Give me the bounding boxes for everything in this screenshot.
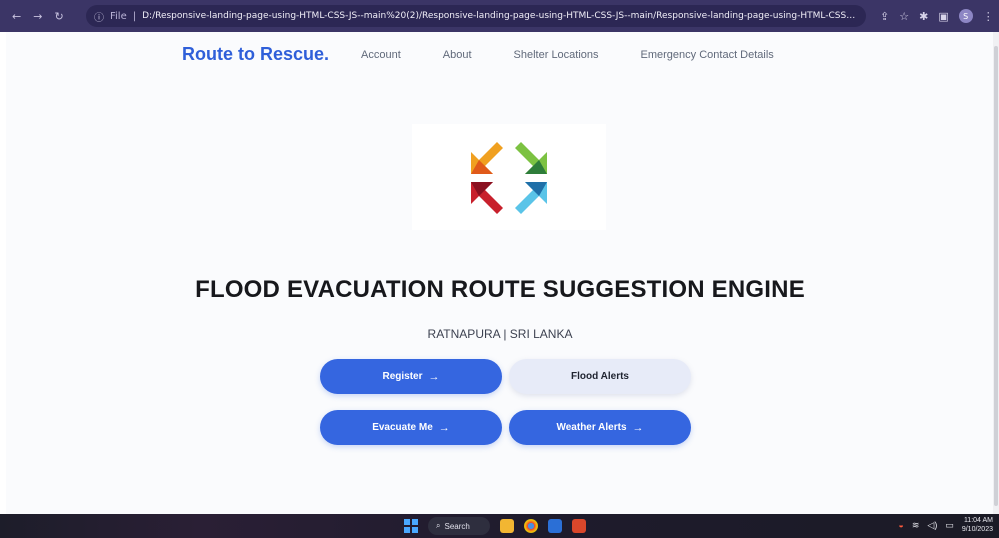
browser-actions: ⇪ ☆ ✱ ▣ S ⋮	[866, 9, 994, 23]
back-icon[interactable]: ←	[12, 10, 21, 23]
nav-shelter-locations[interactable]: Shelter Locations	[514, 49, 599, 61]
taskbar-center: ⌕ Search	[404, 517, 586, 535]
share-icon[interactable]: ⇪	[880, 10, 889, 23]
register-button[interactable]: Register →	[320, 359, 502, 394]
brand-logo-text[interactable]: Route to Rescue.	[182, 44, 329, 65]
weather-alerts-button-label: Weather Alerts	[556, 422, 627, 433]
blue-arrow-icon	[515, 182, 547, 214]
taskbar-clock[interactable]: 11:04 AM 9/10/2023	[962, 516, 993, 534]
location-subtitle: RATNAPURA | SRI LANKA	[427, 327, 573, 341]
menu-dots-icon[interactable]: ⋮	[983, 10, 994, 23]
clock-time: 11:04 AM	[963, 517, 993, 524]
flood-alerts-button-label: Flood Alerts	[571, 371, 629, 382]
page-viewport: Route to Rescue. Account About Shelter L…	[6, 32, 994, 514]
site-header: Route to Rescue. Account About Shelter L…	[182, 44, 816, 65]
register-button-label: Register	[382, 371, 423, 382]
evacuate-me-button[interactable]: Evacuate Me →	[320, 410, 502, 445]
green-arrow-icon	[515, 142, 547, 174]
flood-alerts-button[interactable]: Flood Alerts	[509, 359, 691, 394]
file-explorer-icon[interactable]	[500, 519, 514, 533]
arrow-right-icon: →	[632, 421, 644, 434]
word-icon[interactable]	[548, 519, 562, 533]
os-taskbar: ⌕ Search ◒ ≋ ◁) ▭ 11:04 AM 9/10/2023	[0, 514, 999, 538]
reload-icon[interactable]: ↻	[54, 10, 63, 23]
browser-nav-buttons: ← → ↻	[0, 10, 86, 23]
powerpoint-icon[interactable]	[572, 519, 586, 533]
extensions-icon[interactable]: ✱	[919, 10, 928, 23]
battery-icon[interactable]: ▭	[945, 520, 954, 531]
info-icon[interactable]: ⓘ	[94, 9, 104, 24]
tray-app-icon[interactable]: ◒	[898, 520, 903, 530]
scrollbar-thumb[interactable]	[994, 46, 998, 506]
page-title: FLOOD EVACUATION ROUTE SUGGESTION ENGINE	[195, 276, 805, 303]
arrow-right-icon: →	[438, 421, 450, 434]
search-icon: ⌕	[436, 521, 441, 530]
weather-alerts-button[interactable]: Weather Alerts →	[509, 410, 691, 445]
arrow-right-icon: →	[428, 370, 440, 383]
taskbar-search[interactable]: ⌕ Search	[428, 517, 490, 535]
profile-avatar[interactable]: S	[958, 9, 973, 23]
clock-date: 9/10/2023	[961, 526, 993, 533]
page-scrollbar[interactable]	[993, 32, 999, 514]
windows-start-icon[interactable]	[404, 519, 418, 533]
chrome-icon[interactable]	[524, 519, 538, 533]
red-arrow-icon	[471, 182, 503, 214]
url-text[interactable]: D:/Responsive-landing-page-using-HTML-CS…	[142, 11, 858, 21]
nav-account[interactable]: Account	[361, 49, 401, 61]
sidebar-icon[interactable]: ▣	[938, 10, 948, 23]
nav-about[interactable]: About	[443, 49, 472, 61]
main-nav: Account About Shelter Locations Emergenc…	[361, 49, 816, 61]
file-label: File	[110, 10, 127, 22]
nav-emergency-contact-details[interactable]: Emergency Contact Details	[641, 49, 774, 61]
taskbar-search-label: Search	[444, 521, 470, 531]
volume-icon[interactable]: ◁)	[927, 520, 937, 531]
system-tray: ◒ ≋ ◁) ▭ 11:04 AM 9/10/2023	[898, 516, 993, 534]
bookmark-star-icon[interactable]: ☆	[899, 10, 909, 23]
arrows-logo-icon	[471, 142, 547, 214]
browser-toolbar: ← → ↻ ⓘ File | D:/Responsive-landing-pag…	[0, 0, 999, 32]
evacuation-logo	[412, 124, 606, 230]
forward-icon[interactable]: →	[33, 10, 42, 23]
address-bar[interactable]: ⓘ File | D:/Responsive-landing-page-usin…	[86, 5, 866, 27]
orange-arrow-icon	[471, 142, 503, 174]
address-separator: |	[132, 10, 137, 22]
evacuate-me-button-label: Evacuate Me	[372, 422, 433, 433]
wifi-icon[interactable]: ≋	[912, 520, 920, 531]
